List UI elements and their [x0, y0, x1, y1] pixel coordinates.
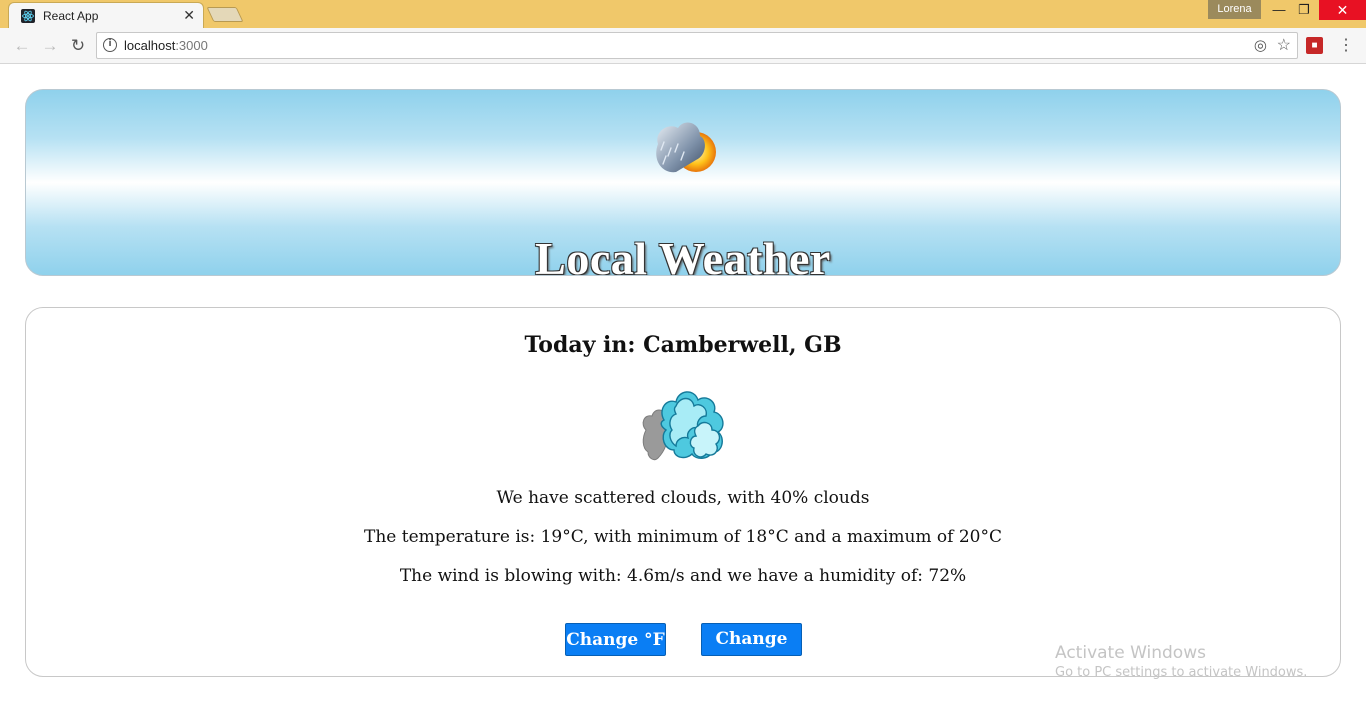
address-bar[interactable]: i localhost:3000 ◎ ☆: [96, 32, 1298, 59]
change-fahrenheit-button[interactable]: Change °F: [565, 623, 666, 656]
url-text[interactable]: localhost:3000: [124, 38, 208, 53]
tab-title: React App: [43, 9, 99, 23]
temperature-text: The temperature is: 19°C, with minimum o…: [363, 527, 1002, 547]
browser-tab[interactable]: React App ✕: [8, 2, 204, 29]
url-port: :3000: [175, 38, 208, 53]
location-icon[interactable]: ◎: [1254, 36, 1267, 54]
minimize-icon[interactable]: —: [1266, 0, 1292, 20]
activate-windows-watermark: Activate Windows Go to PC settings to ac…: [1055, 643, 1307, 680]
restore-icon[interactable]: ❐: [1291, 0, 1317, 20]
scattered-clouds-icon: [642, 391, 724, 461]
page-title: Local Weather: [535, 233, 831, 276]
browser-titlebar: React App ✕ Lorena — ❐ ✕: [0, 0, 1366, 29]
window-close-icon[interactable]: ✕: [1319, 0, 1366, 20]
weather-card: Today in: Camberwell, GB We have scatter…: [25, 307, 1341, 679]
browser-toolbar: ← → ↻ i localhost:3000 ◎ ☆ ■ ⋮: [0, 28, 1366, 64]
forward-arrow-icon[interactable]: →: [38, 34, 62, 58]
extension-icon[interactable]: ■: [1306, 37, 1323, 54]
change-celsius-button[interactable]: Change °C: [701, 623, 802, 679]
info-icon[interactable]: i: [103, 38, 117, 52]
tab-close-icon[interactable]: ✕: [183, 7, 195, 23]
react-logo-icon: [21, 9, 35, 23]
profile-badge[interactable]: Lorena: [1208, 0, 1261, 19]
location-heading: Today in: Camberwell, GB: [524, 332, 842, 358]
watermark-subtitle: Go to PC settings to activate Windows.: [1055, 665, 1308, 680]
watermark-title: Activate Windows: [1055, 643, 1206, 663]
kebab-menu-icon[interactable]: ⋮: [1338, 35, 1354, 55]
reload-icon[interactable]: ↻: [66, 34, 90, 58]
new-tab-button[interactable]: [206, 7, 244, 22]
bookmark-star-icon[interactable]: ☆: [1277, 35, 1291, 55]
header-banner: Local Weather: [25, 89, 1341, 276]
sun-with-rain-cloud-icon: [656, 122, 716, 173]
clouds-description: We have scattered clouds, with 40% cloud…: [496, 488, 870, 508]
back-arrow-icon[interactable]: ←: [10, 34, 34, 58]
url-host: localhost: [124, 38, 176, 53]
wind-humidity-text: The wind is blowing with: 4.6m/s and we …: [399, 566, 967, 586]
